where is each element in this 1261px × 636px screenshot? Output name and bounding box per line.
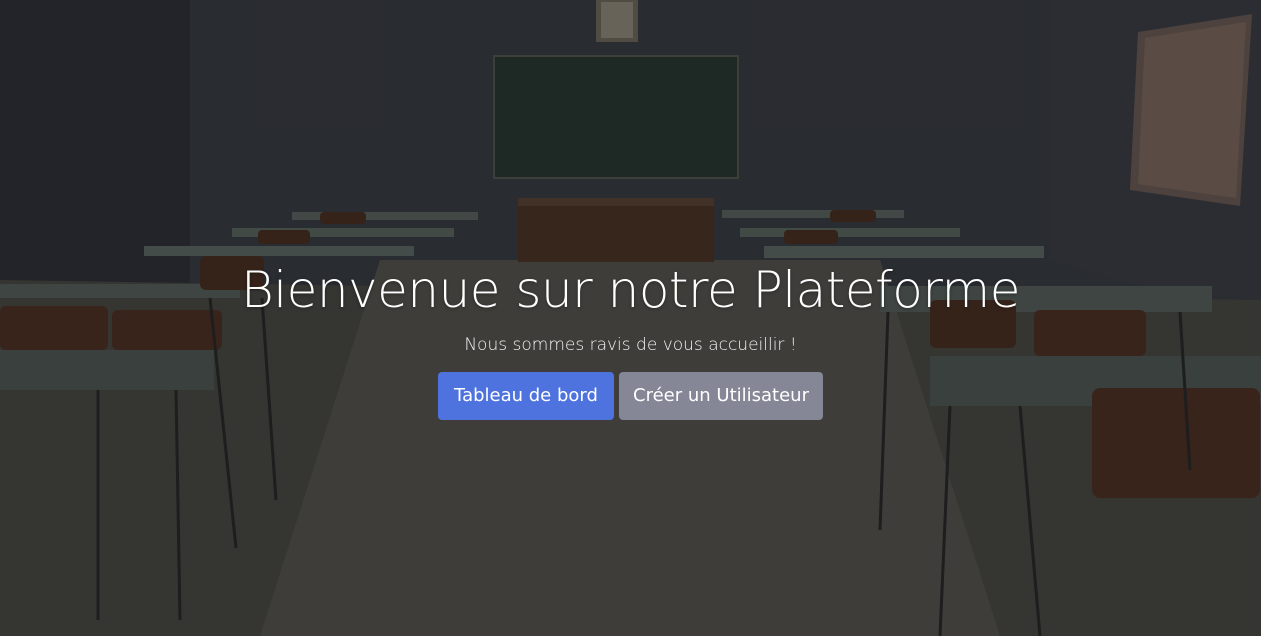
page-title: Bienvenue sur notre Plateforme <box>240 261 1021 319</box>
hero-section: Bienvenue sur notre Plateforme Nous somm… <box>0 0 1261 636</box>
hero-content: Bienvenue sur notre Plateforme Nous somm… <box>0 252 1261 420</box>
welcome-subtitle: Nous sommes ravis de vous accueillir ! <box>464 335 797 355</box>
action-buttons: Tableau de bord Créer un Utilisateur <box>0 372 1261 420</box>
create-user-button[interactable]: Créer un Utilisateur <box>619 372 823 420</box>
dashboard-button[interactable]: Tableau de bord <box>438 372 614 420</box>
